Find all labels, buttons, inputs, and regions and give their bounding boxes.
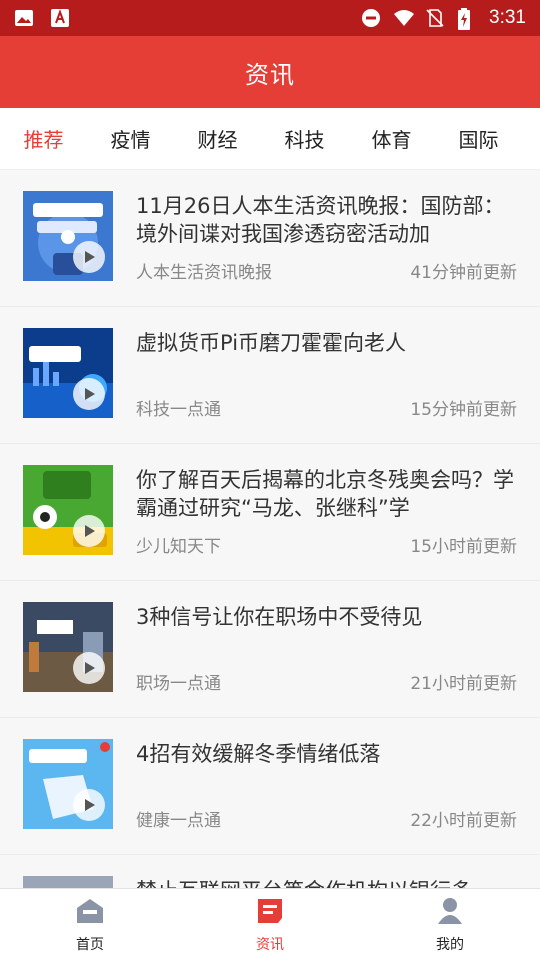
news-time: 15小时前更新 — [410, 537, 517, 557]
news-source: 人本生活资讯晚报 — [136, 263, 272, 283]
news-title: 3种信号让你在职场中不受待见 — [136, 605, 423, 629]
news-title: 虚拟货币Pi币磨刀霍霍向老人 — [136, 331, 407, 355]
news-item[interactable]: 虚拟货币Pi币磨刀霍霍向老人 科技一点通 15分钟前更新 — [0, 307, 540, 444]
tab-epidemic[interactable]: 疫情 — [87, 124, 174, 153]
news-thumbnail — [23, 876, 113, 888]
category-tabs: 推荐 疫情 财经 科技 体育 国际 — [0, 108, 540, 170]
news-title: 你了解百天后揭幕的北京冬残奥会吗？学霸通过研究“马龙、张继科”学 — [136, 468, 514, 520]
news-time: 15分钟前更新 — [410, 400, 517, 420]
wifi-icon — [393, 8, 415, 28]
tab-tech[interactable]: 科技 — [261, 124, 348, 153]
news-item[interactable]: 你了解百天后揭幕的北京冬残奥会吗？学霸通过研究“马龙、张继科”学 少儿知天下 1… — [0, 444, 540, 581]
news-thumbnail — [23, 191, 113, 281]
nav-news[interactable]: 资讯 — [180, 889, 360, 960]
page-title: 资讯 — [245, 60, 295, 89]
news-item[interactable]: 3种信号让你在职场中不受待见 职场一点通 21小时前更新 — [0, 581, 540, 718]
play-icon — [73, 241, 105, 273]
nav-home[interactable]: 首页 — [0, 889, 180, 960]
news-title: 禁止互联网平台等金作机构以银行多 — [136, 877, 516, 888]
app-header: 资讯 — [0, 36, 540, 108]
news-thumbnail — [23, 739, 113, 829]
tab-international[interactable]: 国际 — [435, 124, 522, 153]
nav-profile[interactable]: 我的 — [360, 889, 540, 960]
bottom-navigation: 首页 资讯 我的 — [0, 888, 540, 960]
nav-profile-label: 我的 — [436, 936, 464, 953]
play-icon — [73, 789, 105, 821]
play-icon — [73, 652, 105, 684]
status-bar: 3:31 — [0, 0, 540, 36]
news-source: 健康一点通 — [136, 811, 221, 831]
nav-news-label: 资讯 — [256, 936, 284, 953]
play-icon — [73, 515, 105, 547]
news-time: 22小时前更新 — [410, 811, 517, 831]
image-icon — [14, 8, 34, 28]
home-icon — [75, 896, 105, 930]
news-item[interactable]: 11月26日人本生活资讯晚报：国防部：境外间谍对我国渗透窃密活动加 人本生活资讯… — [0, 170, 540, 307]
news-thumbnail — [23, 602, 113, 692]
news-item[interactable]: 4招有效缓解冬季情绪低落 健康一点通 22小时前更新 — [0, 718, 540, 855]
news-time: 21小时前更新 — [410, 674, 517, 694]
no-sim-icon — [425, 8, 445, 28]
clock-time: 3:31 — [489, 7, 526, 28]
news-title: 4招有效缓解冬季情绪低落 — [136, 742, 381, 766]
news-title: 11月26日人本生活资讯晚报：国防部：境外间谍对我国渗透窃密活动加 — [136, 194, 505, 246]
news-source: 少儿知天下 — [136, 537, 221, 557]
battery-charging-icon — [457, 8, 477, 30]
news-source: 职场一点通 — [136, 674, 221, 694]
do-not-disturb-icon — [361, 8, 381, 28]
news-thumbnail — [23, 465, 113, 555]
tab-finance[interactable]: 财经 — [174, 124, 261, 153]
news-time: 41分钟前更新 — [410, 263, 517, 283]
nav-home-label: 首页 — [76, 936, 104, 953]
tab-sports[interactable]: 体育 — [348, 124, 435, 153]
news-list: 11月26日人本生活资讯晚报：国防部：境外间谍对我国渗透窃密活动加 人本生活资讯… — [0, 170, 540, 888]
play-icon — [73, 378, 105, 410]
news-thumbnail — [23, 328, 113, 418]
news-source: 科技一点通 — [136, 400, 221, 420]
news-item[interactable]: 禁止互联网平台等金作机构以银行多 — [0, 855, 540, 888]
news-icon — [255, 896, 285, 930]
profile-icon — [435, 896, 465, 930]
tab-recommend[interactable]: 推荐 — [0, 124, 87, 153]
text-app-icon — [50, 8, 70, 28]
